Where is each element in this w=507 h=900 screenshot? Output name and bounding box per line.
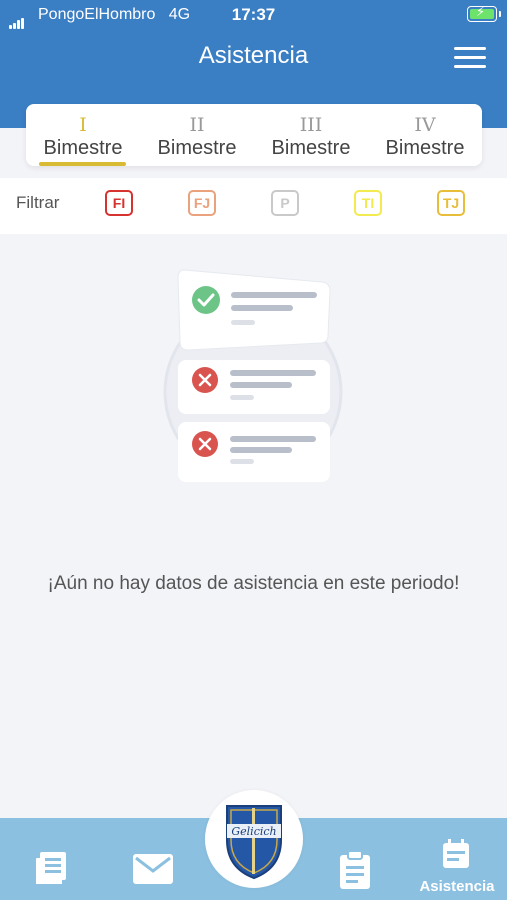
nav-label-asistencia[interactable]: Asistencia	[412, 878, 502, 895]
newspaper-icon[interactable]	[34, 850, 70, 886]
tab-bimestre-3[interactable]: III Bimestre	[254, 104, 368, 166]
menu-icon[interactable]	[454, 47, 486, 69]
battery-icon: ⚡	[467, 5, 501, 22]
filter-bar: Filtrar FI FJ P TI TJ	[0, 178, 507, 234]
empty-state-message: ¡Aún no hay datos de asistencia en este …	[47, 573, 460, 594]
tab-bimestre-1[interactable]: I Bimestre	[26, 104, 140, 166]
period-tabs: I Bimestre II Bimestre III Bimestre IV B…	[26, 104, 482, 166]
tab-label: Bimestre	[157, 137, 237, 159]
school-crest-icon: Gelicich	[226, 805, 282, 880]
home-button[interactable]: Gelicich	[205, 790, 303, 888]
active-tab-indicator	[39, 162, 126, 166]
empty-state-illustration	[163, 269, 343, 482]
clipboard-icon[interactable]	[337, 850, 373, 890]
crest-text: Gelicich	[231, 825, 276, 838]
filter-chip-fi[interactable]: FI	[105, 190, 133, 216]
filter-chip-ti[interactable]: TI	[354, 190, 382, 216]
mail-icon[interactable]	[133, 854, 173, 884]
calendar-icon[interactable]	[441, 838, 471, 870]
filter-chip-p[interactable]: P	[271, 190, 299, 216]
tab-bimestre-2[interactable]: II Bimestre	[140, 104, 254, 166]
tab-number: II	[189, 114, 205, 136]
filter-chip-fj[interactable]: FJ	[188, 190, 216, 216]
tab-bimestre-4[interactable]: IV Bimestre	[368, 104, 482, 166]
tab-label: Bimestre	[43, 137, 123, 159]
tab-number: IV	[414, 114, 436, 136]
tab-number: III	[299, 114, 323, 136]
status-bar: PongoElHombro 4G 17:37 ⚡	[0, 0, 507, 30]
filter-chip-tj[interactable]: TJ	[437, 190, 465, 216]
filter-label: Filtrar	[16, 193, 60, 212]
tab-number: I	[79, 114, 87, 136]
page-title: Asistencia	[198, 42, 309, 69]
status-time: 17:37	[231, 5, 276, 24]
tab-label: Bimestre	[271, 137, 351, 159]
charging-icon: ⚡	[476, 5, 486, 20]
tab-label: Bimestre	[385, 137, 465, 159]
